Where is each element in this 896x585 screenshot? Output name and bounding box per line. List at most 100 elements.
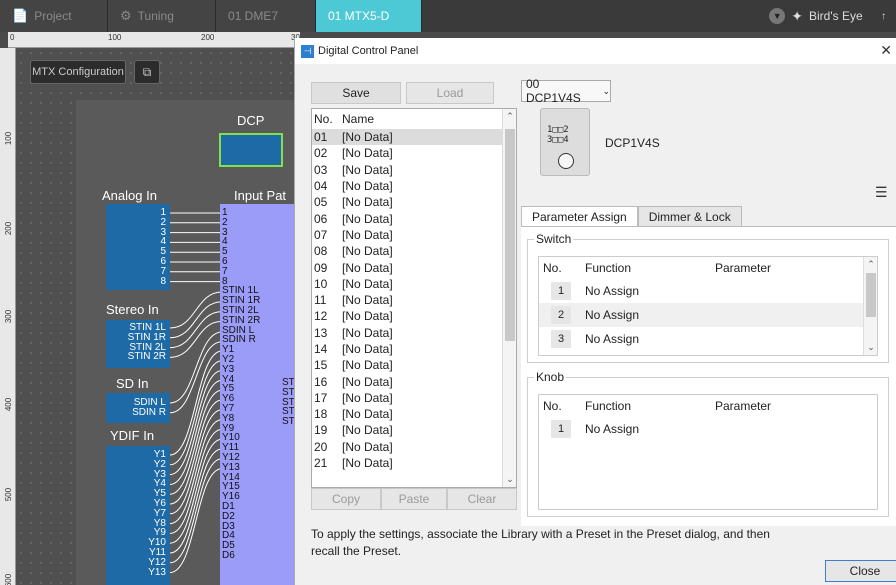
scroll-thumb[interactable]	[505, 129, 515, 341]
col-no: No.	[314, 112, 333, 126]
list-item[interactable]: 02 [No Data]	[312, 145, 516, 161]
table-row[interactable]: 1 No Assign	[539, 417, 877, 441]
close-icon[interactable]: ✕	[880, 42, 892, 59]
list-item-no: 13	[314, 325, 328, 340]
list-item[interactable]: 11 [No Data]	[312, 292, 516, 308]
list-item[interactable]: 16 [No Data]	[312, 373, 516, 389]
library-list[interactable]: No. Name 01 [No Data] 02 [No Data] 03 [No Dat…	[311, 108, 517, 488]
chevron-down-icon[interactable]: ▼	[769, 8, 786, 24]
sd-in-title: SD In	[116, 376, 149, 391]
list-item[interactable]: 17 [No Data]	[312, 390, 516, 406]
pin-label: 6	[160, 255, 166, 267]
ruler-label: 300	[4, 309, 14, 324]
row-number-button[interactable]: 3	[551, 330, 571, 348]
tab-dimmer-lock[interactable]: Dimmer & Lock	[637, 206, 742, 226]
list-item-no: 01	[314, 130, 328, 145]
copy-button[interactable]: Copy	[311, 488, 381, 510]
tab-tuning[interactable]: ⚙ Tuning	[108, 0, 216, 32]
tab-dme7[interactable]: 01 DME7	[216, 0, 316, 32]
table-row[interactable]: 3 No Assign	[539, 327, 877, 351]
clear-button[interactable]: Clear	[447, 488, 517, 510]
device-select[interactable]: 00 DCP1V4S ⌄	[521, 77, 611, 105]
list-item[interactable]: 18 [No Data]	[312, 406, 516, 422]
design-canvas[interactable]: MTX Configuration ⧉ DCP Analog In 123456…	[16, 48, 316, 585]
pin-label: ST	[282, 416, 295, 428]
row-number-button[interactable]: 2	[551, 306, 571, 324]
pin-label: 5	[160, 246, 166, 258]
list-item[interactable]: 19 [No Data]	[312, 422, 516, 438]
patch-wires	[169, 212, 223, 574]
list-item[interactable]: 10 [No Data]	[312, 276, 516, 292]
tuning-icon: ⚙	[120, 8, 132, 23]
knob-icon	[558, 153, 574, 169]
st-pins: ST ST ST ST ST	[282, 378, 295, 427]
table-row[interactable]: 1 No Assign	[539, 279, 877, 303]
dcp-title: DCP	[237, 113, 265, 128]
tab-project[interactable]: 📄 Project	[0, 0, 108, 32]
load-button[interactable]: Load	[406, 82, 494, 104]
scroll-down-icon[interactable]: ⌄	[503, 474, 516, 485]
stereo-in-title: Stereo In	[106, 302, 159, 317]
list-item[interactable]: 05 [No Data]	[312, 194, 516, 210]
table-row[interactable]: 2 No Assign	[539, 303, 877, 327]
list-item-name: [No Data]	[342, 162, 393, 177]
tab-parameter-assign[interactable]: Parameter Assign	[521, 206, 638, 226]
tab-mtx5d[interactable]: 01 MTX5-D	[316, 0, 422, 32]
list-item[interactable]: 12 [No Data]	[312, 308, 516, 324]
list-item-no: 08	[314, 244, 328, 259]
mtx-configuration-button[interactable]: MTX Configuration	[30, 60, 126, 84]
list-item[interactable]: 20 [No Data]	[312, 439, 516, 455]
pin-label: SDIN R	[132, 406, 166, 418]
list-item[interactable]: 15 [No Data]	[312, 357, 516, 373]
list-item[interactable]: 09 [No Data]	[312, 259, 516, 275]
switch-grid[interactable]: No. Function Parameter 1 No Assign 2 No Ass…	[538, 256, 878, 356]
col-no: No.	[543, 399, 562, 413]
dcp-component[interactable]	[219, 133, 283, 167]
list-item-no: 12	[314, 309, 328, 324]
list-item[interactable]: 01 [No Data]	[312, 129, 516, 146]
row-function: No Assign	[585, 332, 640, 346]
list-item-no: 20	[314, 439, 328, 454]
device-name: DCP1V4S	[605, 136, 660, 150]
paste-button[interactable]: Paste	[381, 488, 447, 510]
list-item-name: [No Data]	[342, 195, 393, 210]
scroll-down-icon[interactable]: ⌄	[864, 342, 877, 353]
list-item-no: 19	[314, 423, 328, 438]
list-item[interactable]: 14 [No Data]	[312, 341, 516, 357]
row-function: No Assign	[585, 422, 640, 436]
scroll-up-icon[interactable]: ⌃	[864, 259, 877, 270]
input-patch-pins: 1 2 3 4 5 6 7 8 STIN 1L STIN 1R STIN 2L STIN 2R SDIN…	[222, 208, 260, 561]
list-item[interactable]: 03 [No Data]	[312, 162, 516, 178]
switch-scrollbar[interactable]: ⌃ ⌄	[863, 257, 877, 355]
stereo-in-pins: STIN 1L STIN 1R STIN 2L STIN 2R	[106, 323, 166, 362]
list-item[interactable]: 07 [No Data]	[312, 227, 516, 243]
fit-view-icon[interactable]: ⧉	[134, 60, 160, 84]
switch-group: Switch No. Function Parameter 1 No Assign…	[527, 232, 889, 363]
menu-icon[interactable]: ☰	[875, 184, 888, 201]
list-item[interactable]: 21 [No Data]	[312, 455, 516, 471]
list-item[interactable]: 08 [No Data]	[312, 243, 516, 259]
close-button[interactable]: Close	[825, 560, 896, 582]
birds-eye-tab[interactable]: ▼ ✦ Bird's Eye ↑	[761, 0, 896, 32]
list-item[interactable]: 04 [No Data]	[312, 178, 516, 194]
scroll-thumb[interactable]	[866, 273, 876, 317]
list-item-no: 03	[314, 162, 328, 177]
ruler-label: 200	[4, 221, 14, 236]
device-label-row: 3□□4	[547, 135, 569, 145]
row-number-button[interactable]: 1	[551, 420, 571, 438]
save-button[interactable]: Save	[311, 82, 401, 104]
bird-icon: ✦	[791, 7, 803, 24]
patch-wire	[169, 301, 223, 339]
input-patch-title: Input Pat	[234, 188, 287, 203]
digital-control-panel-dialog: ⊣ Digital Control Panel ✕ Save Load No. …	[294, 38, 896, 585]
list-item[interactable]: 13 [No Data]	[312, 325, 516, 341]
pin-icon[interactable]: ↑	[881, 11, 886, 22]
scroll-up-icon[interactable]: ⌃	[503, 111, 516, 122]
list-item[interactable]: 06 [No Data]	[312, 210, 516, 226]
list-scrollbar[interactable]: ⌃ ⌄	[502, 109, 516, 487]
switch-title: Switch	[534, 232, 574, 246]
list-item-name: [No Data]	[342, 179, 393, 194]
dialog-title-bar: ⊣ Digital Control Panel	[295, 38, 896, 64]
knob-grid[interactable]: No. Function Parameter 1 No Assign	[538, 394, 878, 510]
row-number-button[interactable]: 1	[551, 282, 571, 300]
